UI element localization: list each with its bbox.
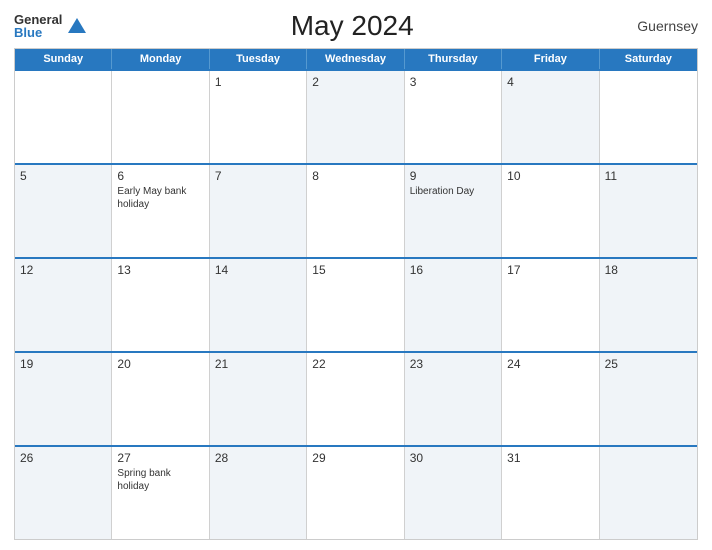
- day-number: 29: [312, 451, 398, 465]
- day-cell: 25: [600, 353, 697, 445]
- week-row: 19 20 21 22 23 24 25: [15, 351, 697, 445]
- header: General Blue May 2024 Guernsey: [14, 10, 698, 42]
- day-cell: 16: [405, 259, 502, 351]
- day-number: 31: [507, 451, 593, 465]
- event-label: Spring bank holiday: [117, 468, 170, 492]
- day-number: 18: [605, 263, 692, 277]
- day-cell: 8: [307, 165, 404, 257]
- day-number: 20: [117, 357, 203, 371]
- day-cell: 29: [307, 447, 404, 539]
- day-number: 10: [507, 169, 593, 183]
- day-cell: 22: [307, 353, 404, 445]
- day-number: 12: [20, 263, 106, 277]
- day-number: 27: [117, 451, 203, 465]
- header-thursday: Thursday: [405, 49, 502, 69]
- day-number: 28: [215, 451, 301, 465]
- day-cell: 23: [405, 353, 502, 445]
- logo-triangle-icon: [68, 18, 86, 33]
- day-number: 22: [312, 357, 398, 371]
- day-number: 2: [312, 75, 398, 89]
- header-friday: Friday: [502, 49, 599, 69]
- day-number: 1: [215, 75, 301, 89]
- day-cell: 2: [307, 71, 404, 163]
- logo-blue-text: Blue: [14, 26, 42, 39]
- day-cell: 30: [405, 447, 502, 539]
- header-sunday: Sunday: [15, 49, 112, 69]
- day-number: 16: [410, 263, 496, 277]
- day-cell: [600, 447, 697, 539]
- day-number: 21: [215, 357, 301, 371]
- day-number: 9: [410, 169, 496, 183]
- day-cell: 1: [210, 71, 307, 163]
- week-row: 12 13 14 15 16 17 18: [15, 257, 697, 351]
- header-saturday: Saturday: [600, 49, 697, 69]
- day-number: 8: [312, 169, 398, 183]
- day-cell: [15, 71, 112, 163]
- day-number: 6: [117, 169, 203, 183]
- day-number: 11: [605, 169, 692, 183]
- header-monday: Monday: [112, 49, 209, 69]
- day-headers-row: Sunday Monday Tuesday Wednesday Thursday…: [15, 49, 697, 69]
- day-cell: 11: [600, 165, 697, 257]
- calendar-page: General Blue May 2024 Guernsey Sunday Mo…: [0, 0, 712, 550]
- event-label: Liberation Day: [410, 186, 474, 197]
- day-number: 3: [410, 75, 496, 89]
- header-wednesday: Wednesday: [307, 49, 404, 69]
- week-row: 1 2 3 4: [15, 69, 697, 163]
- week-row: 5 6 Early May bank holiday 7 8 9 Liberat…: [15, 163, 697, 257]
- logo: General Blue: [14, 13, 86, 39]
- day-number: 17: [507, 263, 593, 277]
- day-cell: 26: [15, 447, 112, 539]
- week-row: 26 27 Spring bank holiday 28 29 30 31: [15, 445, 697, 539]
- day-cell: 7: [210, 165, 307, 257]
- day-number: 24: [507, 357, 593, 371]
- day-cell: 19: [15, 353, 112, 445]
- day-cell: 18: [600, 259, 697, 351]
- day-number: 23: [410, 357, 496, 371]
- day-cell: 17: [502, 259, 599, 351]
- day-cell: 20: [112, 353, 209, 445]
- event-label: Early May bank holiday: [117, 186, 186, 210]
- day-cell: 6 Early May bank holiday: [112, 165, 209, 257]
- day-number: 14: [215, 263, 301, 277]
- day-cell: 15: [307, 259, 404, 351]
- day-cell: 27 Spring bank holiday: [112, 447, 209, 539]
- weeks-container: 1 2 3 4 5 6 Early M: [15, 69, 697, 539]
- day-cell: [112, 71, 209, 163]
- region-label: Guernsey: [618, 18, 698, 34]
- day-cell: 31: [502, 447, 599, 539]
- day-number: 7: [215, 169, 301, 183]
- day-cell: 9 Liberation Day: [405, 165, 502, 257]
- calendar-grid: Sunday Monday Tuesday Wednesday Thursday…: [14, 48, 698, 540]
- day-number: 4: [507, 75, 593, 89]
- day-number: 5: [20, 169, 106, 183]
- header-tuesday: Tuesday: [210, 49, 307, 69]
- day-cell: 21: [210, 353, 307, 445]
- day-cell: 4: [502, 71, 599, 163]
- day-number: 26: [20, 451, 106, 465]
- day-cell: 5: [15, 165, 112, 257]
- day-cell: 28: [210, 447, 307, 539]
- day-number: 30: [410, 451, 496, 465]
- day-cell: 14: [210, 259, 307, 351]
- calendar-title: May 2024: [86, 10, 618, 42]
- day-number: 13: [117, 263, 203, 277]
- day-number: 19: [20, 357, 106, 371]
- day-cell: 24: [502, 353, 599, 445]
- day-cell: [600, 71, 697, 163]
- day-cell: 10: [502, 165, 599, 257]
- day-number: 15: [312, 263, 398, 277]
- day-cell: 13: [112, 259, 209, 351]
- day-number: 25: [605, 357, 692, 371]
- day-cell: 12: [15, 259, 112, 351]
- day-cell: 3: [405, 71, 502, 163]
